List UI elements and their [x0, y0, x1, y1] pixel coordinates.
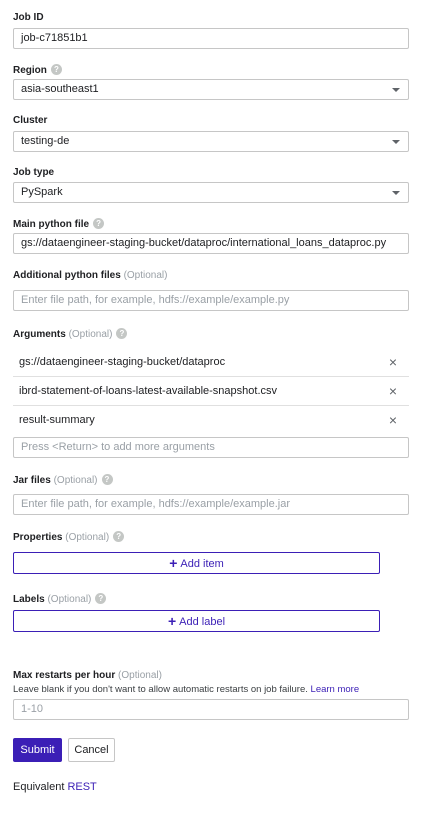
arguments-list: gs://dataengineer-staging-bucket/datapro…: [13, 348, 409, 435]
job-type-select-value: PySpark: [21, 186, 63, 198]
help-icon[interactable]: ?: [93, 218, 105, 229]
main-python-file-input[interactable]: gs://dataengineer-staging-bucket/datapro…: [13, 233, 409, 254]
rest-link[interactable]: REST: [67, 781, 96, 793]
argument-row: gs://dataengineer-staging-bucket/datapro…: [13, 348, 409, 377]
cluster-select[interactable]: testing-de: [13, 131, 409, 152]
argument-value: result-summary: [19, 414, 95, 426]
argument-row: ibrd-statement-of-loans-latest-available…: [13, 377, 409, 406]
max-restarts-label: Max restarts per hour (Optional): [13, 670, 162, 681]
main-python-file-label: Main python file?: [13, 218, 105, 230]
dropdown-caret-icon: [392, 88, 400, 92]
argument-value: gs://dataengineer-staging-bucket/datapro…: [19, 356, 226, 368]
add-item-label: Add item: [180, 558, 224, 570]
argument-row: result-summary ×: [13, 406, 409, 435]
arguments-input[interactable]: Press <Return> to add more arguments: [13, 437, 409, 458]
add-label-button[interactable]: + Add label: [13, 610, 380, 632]
submit-button[interactable]: Submit: [13, 738, 62, 762]
argument-value: ibrd-statement-of-loans-latest-available…: [19, 385, 278, 397]
add-item-button[interactable]: + Add item: [13, 552, 380, 574]
learn-more-link[interactable]: Learn more: [311, 684, 360, 695]
cluster-select-value: testing-de: [21, 135, 70, 147]
cluster-label: Cluster: [13, 115, 48, 126]
help-icon[interactable]: ?: [113, 531, 125, 542]
max-restarts-input[interactable]: 1-10: [13, 699, 409, 720]
region-select-value: asia-southeast1: [21, 83, 99, 95]
help-icon[interactable]: ?: [101, 474, 113, 485]
max-restarts-hint: Leave blank if you don't want to allow a…: [13, 684, 360, 695]
additional-python-files-input[interactable]: Enter file path, for example, hdfs://exa…: [13, 290, 409, 311]
jar-files-label: Jar files (Optional)?: [13, 474, 113, 486]
plus-icon: +: [167, 613, 177, 629]
jar-files-input[interactable]: Enter file path, for example, hdfs://exa…: [13, 494, 409, 515]
dropdown-caret-icon: [392, 191, 400, 195]
region-label: Region?: [13, 64, 62, 76]
dropdown-caret-icon: [392, 140, 400, 144]
labels-label: Labels (Optional)?: [13, 593, 107, 605]
remove-argument-icon[interactable]: ×: [389, 406, 397, 435]
job-type-label: Job type: [13, 167, 55, 178]
remove-argument-icon[interactable]: ×: [389, 348, 397, 377]
additional-python-files-label: Additional python files (Optional): [13, 270, 168, 281]
region-select[interactable]: asia-southeast1: [13, 79, 409, 100]
job-id-label: Job ID: [13, 12, 44, 23]
help-icon[interactable]: ?: [95, 593, 107, 604]
properties-label: Properties (Optional)?: [13, 531, 125, 543]
add-label-label: Add label: [179, 616, 226, 628]
plus-icon: +: [169, 555, 178, 571]
help-icon[interactable]: ?: [116, 328, 128, 339]
job-id-input[interactable]: job-c71851b1: [13, 28, 409, 49]
job-type-select[interactable]: PySpark: [13, 182, 409, 203]
arguments-label: Arguments (Optional)?: [13, 328, 128, 340]
equivalent-rest: Equivalent REST: [13, 781, 97, 793]
help-icon[interactable]: ?: [50, 64, 62, 75]
cancel-button[interactable]: Cancel: [68, 738, 115, 762]
remove-argument-icon[interactable]: ×: [389, 377, 397, 406]
